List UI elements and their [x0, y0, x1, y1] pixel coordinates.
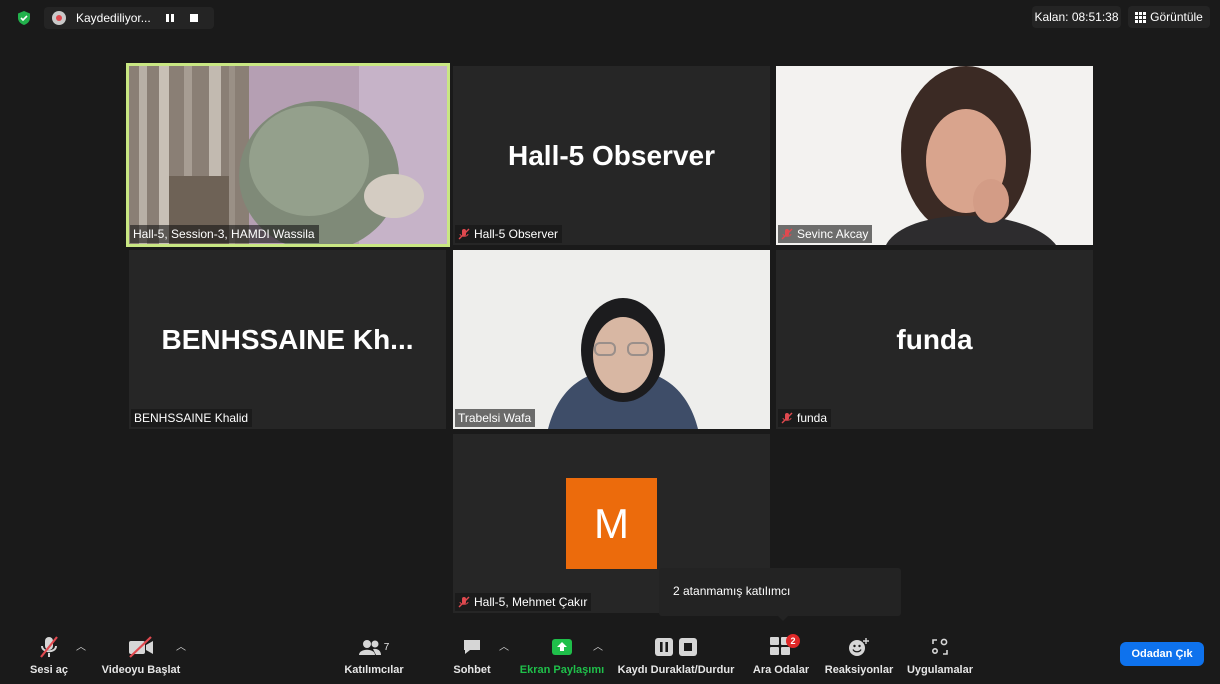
video-options-chevron-up-icon[interactable]: ︿	[176, 638, 186, 653]
participant-name-label: Hall-5, Session-3, HAMDI Wassila	[130, 225, 319, 243]
recording-dot-icon	[52, 11, 66, 25]
recording-indicator: Kaydediliyor...	[44, 7, 214, 29]
participant-name-label: funda	[778, 409, 832, 427]
muted-mic-icon	[781, 228, 793, 240]
participant-name-label: Sevinc Akcay	[778, 225, 873, 243]
participant-video	[453, 250, 770, 429]
video-tile-trabelsi[interactable]: Trabelsi Wafa	[453, 250, 770, 429]
participant-name: Hall-5 Observer	[474, 227, 559, 241]
mic-icon-wrap	[38, 634, 60, 660]
view-button-label: Görüntüle	[1150, 10, 1203, 24]
participant-name: funda	[797, 411, 828, 425]
pause-icon	[166, 14, 174, 22]
apps-button[interactable]: Uygulamalar	[904, 628, 976, 684]
breakout-rooms-button[interactable]: 2 Ara Odalar	[750, 628, 812, 684]
pause-icon	[655, 638, 673, 656]
chat-options-chevron-up-icon[interactable]: ︿	[499, 638, 509, 653]
chat-label: Sohbet	[453, 664, 491, 676]
muted-mic-icon	[458, 596, 470, 608]
security-shield-icon[interactable]	[16, 10, 32, 26]
grid-view-icon	[1135, 11, 1147, 23]
participant-name: Hall-5, Mehmet Çakır	[474, 595, 588, 609]
participant-name: Trabelsi Wafa	[458, 411, 532, 425]
breakout-icon-wrap: 2	[770, 634, 800, 660]
participant-display-name: BENHSSAINE Kh...	[161, 323, 414, 355]
apps-label: Uygulamalar	[906, 664, 974, 676]
share-screen-icon	[552, 639, 572, 655]
video-tile-observer[interactable]: Hall-5 Observer Hall-5 Observer	[453, 66, 770, 245]
share-screen-label: Ekran Paylaşımı	[519, 664, 605, 676]
tooltip-text: 2 atanmamış katılımcı	[673, 584, 791, 598]
share-screen-button[interactable]: Ekran Paylaşımı	[519, 628, 605, 684]
avatar-letter: M	[594, 499, 629, 547]
chat-bubble-icon	[464, 640, 480, 654]
meeting-toolbar: Sesi aç ︿ Videoyu Başlat ︿ 7 Katılımcıla…	[0, 628, 1220, 684]
participants-label: Katılımcılar	[344, 664, 404, 676]
pause-stop-recording-button[interactable]: Kaydı Duraklat/Durdur	[614, 628, 738, 684]
participant-name-label: Trabelsi Wafa	[455, 409, 536, 427]
audio-options-chevron-up-icon[interactable]: ︿	[76, 638, 86, 653]
participant-display-name: funda	[896, 323, 973, 355]
pause-stop-recording-label: Kaydı Duraklat/Durdur	[617, 664, 735, 676]
video-icon-wrap	[127, 634, 155, 660]
participant-display-name: Hall-5 Observer	[508, 139, 715, 171]
video-tile-sevinc[interactable]: Sevinc Akcay	[776, 66, 1093, 245]
share-icon-wrap	[551, 634, 573, 660]
start-video-button[interactable]: Videoyu Başlat	[100, 628, 182, 684]
participants-icon-wrap: 7	[358, 634, 390, 660]
pause-recording-button[interactable]	[160, 9, 180, 27]
record-icons-wrap	[655, 634, 697, 660]
unmute-label: Sesi aç	[30, 664, 68, 676]
participant-name: Hall-5, Session-3, HAMDI Wassila	[133, 227, 315, 241]
video-tile-funda[interactable]: funda funda	[776, 250, 1093, 429]
participant-name-label: Hall-5 Observer	[455, 225, 563, 243]
reactions-label: Reaksiyonlar	[824, 664, 894, 676]
participants-icon	[358, 640, 381, 655]
breakout-badge: 2	[786, 634, 800, 648]
muted-mic-icon	[40, 636, 58, 658]
reactions-button[interactable]: Reaksiyonlar	[824, 628, 894, 684]
smiley-plus-icon	[849, 638, 869, 656]
stop-icon	[679, 638, 697, 656]
participant-name-label: BENHSSAINE Khalid	[131, 409, 253, 427]
chat-icon-wrap	[462, 634, 482, 660]
video-tile-hamdi[interactable]: Hall-5, Session-3, HAMDI Wassila	[126, 63, 450, 247]
reactions-icon-wrap	[848, 634, 870, 660]
apps-icon-wrap	[931, 634, 949, 660]
participant-video	[776, 66, 1093, 245]
view-button[interactable]: Görüntüle	[1128, 6, 1210, 28]
stop-recording-button[interactable]	[184, 9, 204, 27]
meeting-window: Kaydediliyor... Kalan: 08:51:38 Görüntül…	[0, 0, 1220, 684]
start-video-label: Videoyu Başlat	[101, 664, 181, 676]
stop-icon	[190, 14, 198, 22]
muted-mic-icon	[781, 412, 793, 424]
chat-button[interactable]: Sohbet	[450, 628, 494, 684]
participant-name: Sevinc Akcay	[797, 227, 869, 241]
muted-mic-icon	[458, 228, 470, 240]
participant-name: BENHSSAINE Khalid	[134, 411, 249, 425]
avatar: M	[566, 478, 657, 569]
tooltip-arrow	[776, 614, 790, 621]
leave-room-button[interactable]: Odadan Çık	[1120, 642, 1204, 666]
recording-status-text: Kaydediliyor...	[76, 11, 151, 25]
participants-button[interactable]: 7 Katılımcılar	[336, 628, 412, 684]
share-options-chevron-up-icon[interactable]: ︿	[593, 638, 603, 653]
video-off-icon	[129, 636, 153, 658]
apps-icon	[931, 638, 948, 655]
breakout-rooms-label: Ara Odalar	[752, 664, 810, 676]
remaining-time: Kalan: 08:51:38	[1032, 6, 1121, 28]
participant-name-label: Hall-5, Mehmet Çakır	[455, 593, 592, 611]
video-tile-benhssaine[interactable]: BENHSSAINE Kh... BENHSSAINE Khalid	[129, 250, 446, 429]
breakout-tooltip: 2 atanmamış katılımcı	[659, 568, 901, 616]
participant-video	[129, 66, 447, 244]
participants-count: 7	[383, 641, 390, 653]
unmute-button[interactable]: Sesi aç	[24, 628, 74, 684]
